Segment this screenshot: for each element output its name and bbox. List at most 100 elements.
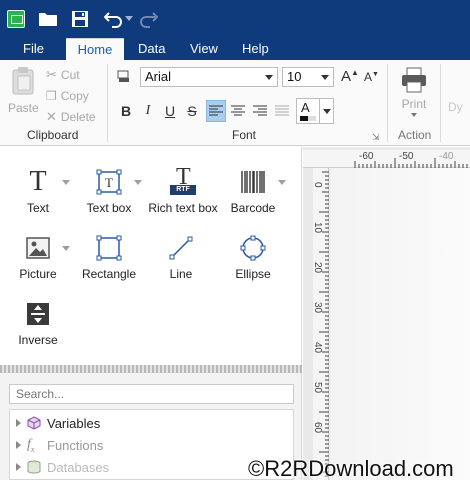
ellipse-tool-label: Ellipse: [235, 267, 271, 281]
barcode-tool[interactable]: Barcode: [218, 167, 288, 215]
justify-button[interactable]: [272, 100, 292, 122]
justify-icon: [275, 105, 289, 116]
chevron-down-icon: [265, 75, 273, 80]
action-group-label: Action: [398, 128, 432, 142]
font-color-divider: [319, 99, 320, 123]
align-right-button[interactable]: [250, 100, 270, 122]
panel-splitter[interactable]: [0, 365, 302, 373]
printer-icon: [402, 67, 426, 93]
ruler-label: -50: [399, 151, 414, 162]
delete-button[interactable]: ✕ Delete: [46, 108, 96, 126]
picture-tool-label: Picture: [19, 267, 57, 281]
chevron-down-icon: [321, 75, 329, 80]
font-family-icon: [116, 69, 132, 88]
function-fx-icon: fx: [27, 436, 35, 454]
horizontal-ruler: -60 -50 -40: [303, 150, 470, 168]
ruler-label: -60: [359, 151, 374, 162]
font-color-letter: A: [301, 100, 310, 115]
align-left-icon: [209, 105, 223, 116]
tree-item-databases[interactable]: Databases: [16, 457, 109, 477]
line-icon: [146, 233, 216, 263]
label-page[interactable]: [330, 168, 470, 480]
font-size-value: 10: [287, 69, 302, 84]
rectangle-tool[interactable]: Rectangle: [74, 233, 144, 281]
shrink-font-icon[interactable]: A▼: [364, 70, 379, 84]
objects-toolbox: T Text T Text box T RTF Rich text box Ba…: [0, 147, 302, 365]
delete-x-icon: ✕: [46, 109, 57, 124]
redo-icon[interactable]: [138, 8, 158, 30]
tab-data[interactable]: Data: [128, 38, 175, 60]
search-input[interactable]: [9, 384, 294, 404]
underline-button[interactable]: U: [160, 100, 180, 122]
align-center-button[interactable]: [228, 100, 248, 122]
app-icon[interactable]: [7, 10, 25, 28]
ribbon: Paste ✂ Cut ❐ Copy ✕ Delete Clipboard Ar…: [0, 60, 470, 146]
bold-button[interactable]: B: [116, 100, 136, 122]
font-size-select[interactable]: 10: [282, 67, 334, 87]
tree-item-variables[interactable]: Variables: [16, 413, 100, 433]
text-box-tool[interactable]: T Text box: [74, 167, 144, 215]
dialog-launcher-icon[interactable]: ⇲: [372, 132, 380, 143]
clipboard-group-label: Clipboard: [27, 128, 79, 142]
menu-bar: File Home Data View Help: [0, 38, 470, 60]
ruler-label: 30: [312, 302, 323, 314]
expand-icon[interactable]: [16, 419, 21, 427]
undo-dropdown-icon[interactable]: [124, 8, 134, 30]
align-right-icon: [253, 105, 267, 116]
tree-item-label: Variables: [47, 415, 101, 431]
tab-view[interactable]: View: [180, 38, 228, 60]
ruler-label: 20: [312, 262, 323, 274]
cut-button[interactable]: ✂ Cut: [46, 66, 80, 84]
inverse-tool-label: Inverse: [18, 333, 58, 347]
chevron-down-icon[interactable]: [62, 246, 70, 251]
chevron-down-icon[interactable]: [62, 180, 70, 185]
copy-label: Copy: [60, 89, 89, 103]
font-color-button[interactable]: A: [296, 98, 334, 124]
font-group-label: Font: [232, 128, 257, 142]
ellipse-tool[interactable]: Ellipse: [218, 233, 288, 281]
chevron-down-icon[interactable]: [411, 113, 417, 117]
font-family-select[interactable]: Arial: [140, 67, 278, 87]
paste-label: Paste: [8, 101, 39, 115]
tab-file[interactable]: File: [13, 38, 54, 60]
print-button[interactable]: Print: [396, 66, 432, 117]
chevron-down-icon[interactable]: [134, 180, 142, 185]
text-tool-label: Text: [26, 201, 49, 215]
rectangle-tool-label: Rectangle: [81, 267, 137, 281]
grow-font-icon[interactable]: A▲: [341, 68, 359, 85]
font-family-value: Arial: [145, 69, 172, 84]
rectangle-icon: [74, 233, 144, 263]
ribbon-separator: [440, 64, 441, 142]
copy-button[interactable]: ❐ Copy: [46, 87, 89, 105]
paste-button[interactable]: Paste: [8, 66, 39, 115]
vertical-ruler-ticks: [319, 171, 329, 477]
cut-label: Cut: [60, 68, 80, 82]
chevron-down-icon[interactable]: [278, 180, 286, 185]
align-left-button[interactable]: [206, 100, 226, 122]
undo-icon[interactable]: [104, 8, 124, 30]
inverse-tool[interactable]: Inverse: [3, 299, 73, 347]
title-bar: [0, 0, 470, 38]
expand-icon[interactable]: [16, 463, 21, 471]
strikethrough-button[interactable]: S: [182, 100, 202, 122]
scissors-icon: ✂: [46, 67, 57, 82]
tree-item-label: Functions: [47, 437, 104, 453]
save-icon[interactable]: [70, 8, 90, 30]
chevron-down-icon[interactable]: [323, 109, 331, 114]
vertical-ruler: 0 10 20 30 40 50 60: [312, 168, 329, 480]
italic-button[interactable]: I: [138, 100, 158, 122]
ellipse-icon: [218, 233, 288, 263]
open-folder-icon[interactable]: [38, 8, 58, 30]
print-label: Print: [401, 97, 427, 111]
copy-icon: ❐: [46, 89, 57, 103]
tab-help[interactable]: Help: [232, 38, 279, 60]
rich-text-box-tool[interactable]: T RTF Rich text box: [146, 164, 220, 215]
tree-item-functions[interactable]: fx Functions: [16, 435, 103, 455]
expand-icon[interactable]: [16, 441, 21, 449]
dynamic-button-partial[interactable]: Dy: [448, 100, 463, 114]
line-tool[interactable]: Line: [146, 233, 216, 281]
picture-tool[interactable]: Picture: [3, 233, 73, 281]
ruler-label: 40: [312, 342, 323, 354]
tab-home[interactable]: Home: [66, 38, 124, 60]
text-tool[interactable]: T Text: [3, 166, 73, 215]
